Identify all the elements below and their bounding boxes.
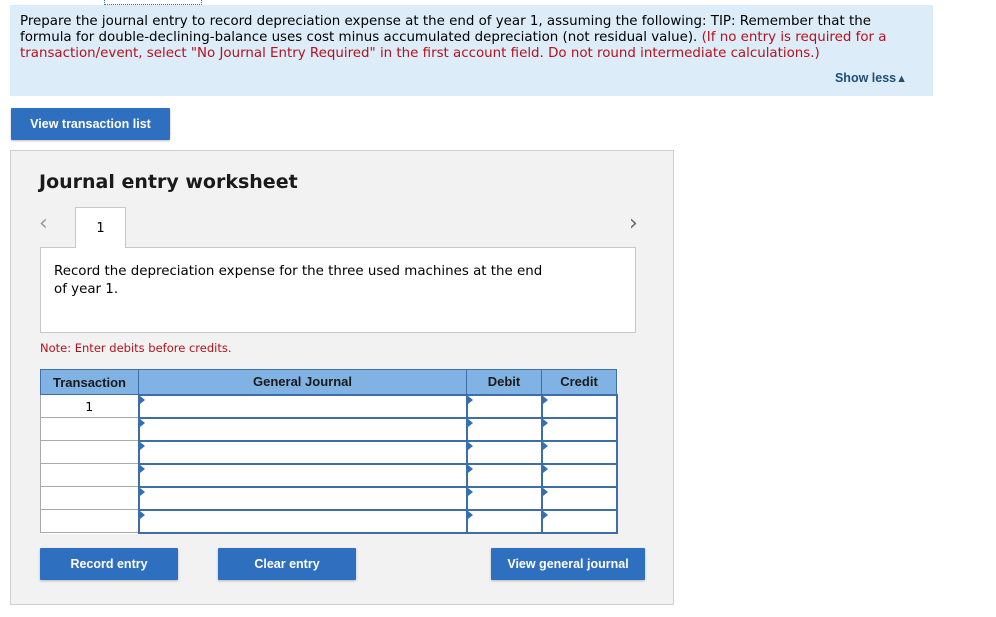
credit-input[interactable] [540,416,618,442]
credit-input[interactable] [540,462,618,488]
view-transaction-list-button[interactable]: View transaction list [11,108,170,140]
journal-entry-worksheet: Journal entry worksheet ‹ 1 › Record the… [10,150,674,605]
clear-entry-button[interactable]: Clear entry [218,548,356,580]
debit-input[interactable] [465,393,543,419]
table-row [40,508,618,534]
header-debit: Debit [466,369,542,395]
transaction-cell [40,509,139,533]
credit-input[interactable] [540,485,618,511]
record-entry-button[interactable]: Record entry [40,548,178,580]
description-text: Record the depreciation expense for the … [54,264,543,297]
debit-input[interactable] [465,416,543,442]
show-less-link[interactable]: Show less▲ [835,70,907,87]
chevron-left-icon[interactable]: ‹ [39,211,48,236]
table-header-row: Transaction General Journal Debit Credit [40,369,617,395]
debit-input[interactable] [465,439,543,465]
table-row [40,439,618,465]
table-row: 1 [40,393,618,419]
header-credit: Credit [541,369,617,395]
view-general-journal-button[interactable]: View general journal [491,548,645,580]
header-general-journal: General Journal [138,369,467,395]
transaction-description: Record the depreciation expense for the … [40,247,636,333]
account-input[interactable] [137,462,468,488]
account-input[interactable] [137,416,468,442]
account-input[interactable] [137,485,468,511]
credit-input[interactable] [540,508,618,534]
table-row [40,416,618,442]
account-input[interactable] [137,393,468,419]
transaction-cell [40,417,139,441]
worksheet-title: Journal entry worksheet [39,171,298,193]
header-transaction: Transaction [40,369,139,395]
table-row [40,462,618,488]
question-prompt: Prepare the journal entry to record depr… [10,5,933,96]
credit-input[interactable] [540,393,618,419]
transaction-cell [40,440,139,464]
transaction-cell [40,463,139,487]
debits-credits-note: Note: Enter debits before credits. [40,341,232,355]
tab-transaction-1[interactable]: 1 [75,207,126,248]
debit-input[interactable] [465,508,543,534]
credit-input[interactable] [540,439,618,465]
journal-table: Transaction General Journal Debit Credit… [40,369,618,534]
account-input[interactable] [137,439,468,465]
debit-input[interactable] [465,462,543,488]
transaction-cell [40,486,139,510]
triangle-up-icon: ▲ [896,73,907,85]
account-input[interactable] [137,508,468,534]
debit-input[interactable] [465,485,543,511]
show-less-label: Show less [834,71,897,85]
transaction-cell: 1 [40,394,139,418]
chevron-right-icon[interactable]: › [629,211,638,236]
table-row [40,485,618,511]
